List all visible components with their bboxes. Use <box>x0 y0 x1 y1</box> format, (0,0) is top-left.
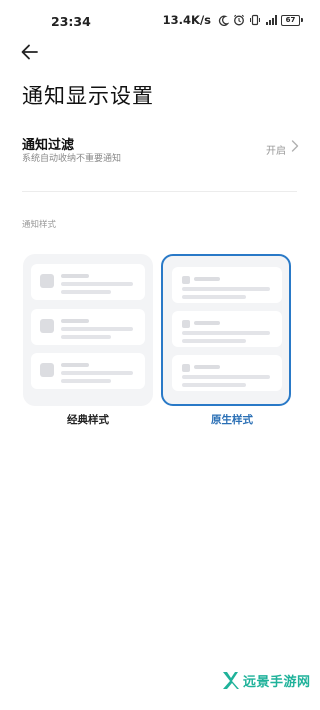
watermark-text: 远景手游网 <box>243 674 311 690</box>
notification-preview <box>172 267 282 303</box>
page-title: 通知显示设置 <box>22 84 154 108</box>
chevron-right-icon <box>291 140 299 152</box>
native-style-label[interactable]: 原生样式 <box>211 412 253 427</box>
notification-preview <box>31 264 145 300</box>
app-icon <box>40 319 54 333</box>
classic-style-label[interactable]: 经典样式 <box>67 412 109 427</box>
notification-preview <box>31 309 145 345</box>
alarm-icon <box>233 14 245 26</box>
classic-style-card[interactable] <box>23 254 153 406</box>
app-icon <box>182 364 190 372</box>
divider <box>22 191 297 192</box>
native-style-card[interactable] <box>161 254 291 406</box>
app-icon <box>40 274 54 288</box>
notification-filter-value: 开启 <box>266 146 286 157</box>
status-icons: 13.4K/s 67 <box>163 13 303 27</box>
app-icon <box>40 363 54 377</box>
status-time: 23:34 <box>51 14 91 29</box>
battery-icon: 67 <box>281 14 303 26</box>
back-button[interactable] <box>20 42 44 64</box>
status-bar: 23:34 13.4K/s 67 <box>0 0 320 40</box>
watermark-logo-icon <box>223 672 239 689</box>
app-icon <box>182 320 190 328</box>
network-speed: 13.4K/s <box>162 13 211 27</box>
vibrate-icon <box>249 14 261 26</box>
notification-filter-description: 系统自动收纳不重要通知 <box>22 154 122 164</box>
notification-preview <box>172 311 282 347</box>
battery-level: 67 <box>281 14 300 26</box>
notification-filter-row[interactable]: 通知过滤 系统自动收纳不重要通知 开启 <box>0 128 320 178</box>
5g-signal-icon <box>265 14 277 26</box>
app-icon <box>182 276 190 284</box>
arrow-left-icon <box>21 44 38 60</box>
notification-preview <box>172 355 282 391</box>
notification-preview <box>31 353 145 389</box>
watermark: 远景手游网 <box>222 670 311 690</box>
moon-icon <box>217 14 229 26</box>
notification-style-section-label: 通知样式 <box>22 220 57 230</box>
